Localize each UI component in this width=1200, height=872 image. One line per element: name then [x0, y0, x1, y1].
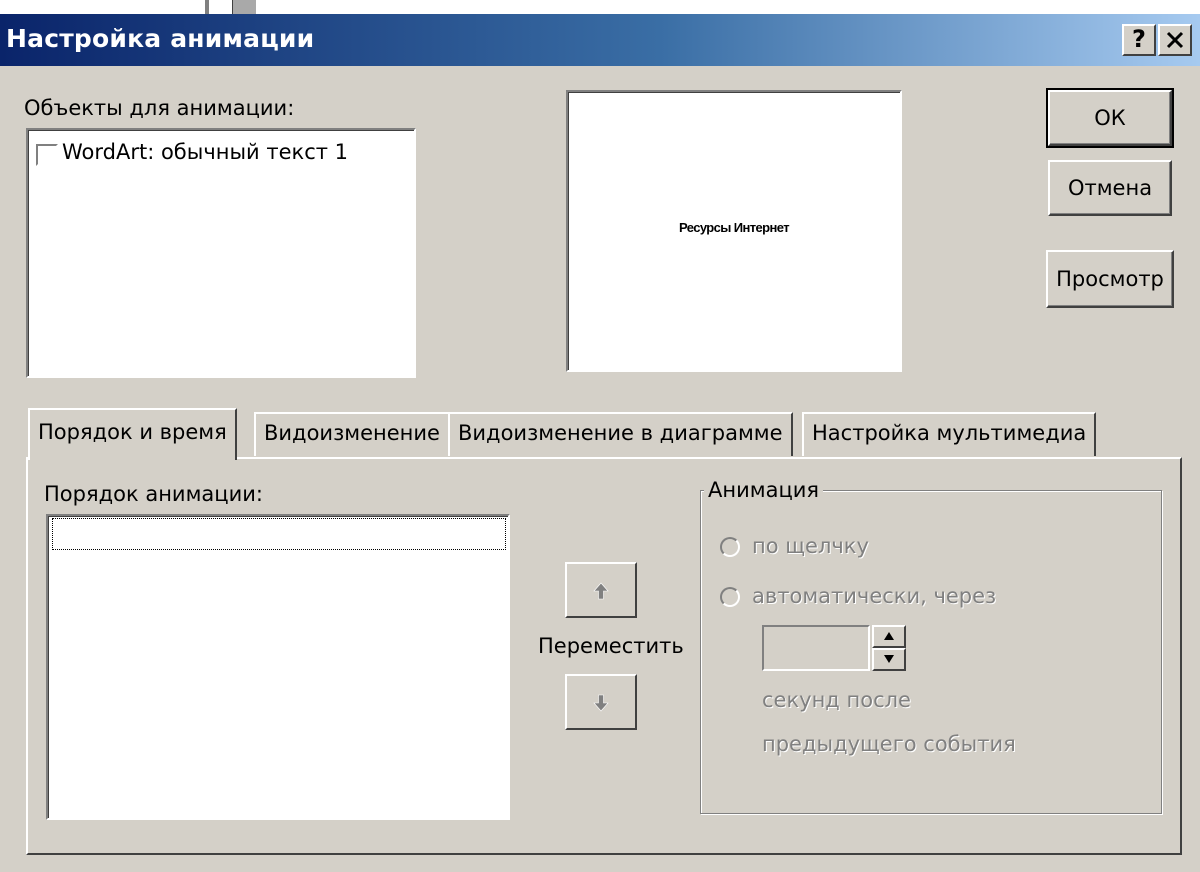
- background-strip: [0, 0, 1200, 14]
- tab-chart-effects[interactable]: Видоизменение в диаграмме: [448, 412, 793, 456]
- preview-text: Ресурсы Интернет: [679, 220, 790, 235]
- move-down-button[interactable]: [565, 674, 637, 730]
- cancel-button-label: Отмена: [1067, 176, 1153, 200]
- arrow-down-icon: [593, 694, 609, 712]
- animation-group-title: Анимация: [704, 478, 824, 502]
- on-click-radio[interactable]: [720, 537, 740, 557]
- auto-label: автоматически, через: [752, 584, 997, 608]
- title-bar[interactable]: Настройка анимации ?: [0, 14, 1200, 66]
- tab-effects[interactable]: Видоизменение: [254, 412, 450, 456]
- arrow-up-icon: [593, 582, 609, 600]
- order-list-focus-row[interactable]: [52, 518, 506, 550]
- close-icon: [1166, 31, 1184, 49]
- ok-button-label: ОК: [1094, 106, 1126, 130]
- help-button[interactable]: ?: [1122, 24, 1156, 56]
- auto-radio[interactable]: [720, 587, 740, 607]
- close-button[interactable]: [1158, 24, 1192, 56]
- preview-button-label: Просмотр: [1056, 267, 1164, 291]
- seconds-after-label: секунд после: [762, 688, 911, 712]
- ok-button[interactable]: ОК: [1046, 88, 1174, 148]
- objects-list[interactable]: WordArt: обычный текст 1: [26, 128, 416, 378]
- objects-label: Объекты для анимации:: [24, 96, 295, 120]
- object-item-label[interactable]: WordArt: обычный текст 1: [62, 140, 348, 164]
- move-up-button[interactable]: [565, 562, 637, 618]
- tab-multimedia-settings[interactable]: Настройка мультимедиа: [802, 412, 1097, 456]
- object-checkbox[interactable]: [36, 144, 58, 166]
- seconds-spinner[interactable]: [872, 625, 906, 671]
- spin-down-button[interactable]: [872, 648, 906, 671]
- animation-order-label: Порядок анимации:: [44, 482, 263, 506]
- background-divider: [205, 0, 209, 14]
- previous-event-label: предыдущего события: [762, 732, 1016, 756]
- cancel-button[interactable]: Отмена: [1048, 160, 1172, 216]
- on-click-label: по щелчку: [752, 534, 869, 558]
- spin-up-button[interactable]: [872, 625, 906, 648]
- animation-order-list[interactable]: [46, 514, 510, 820]
- background-fragment: [232, 0, 256, 14]
- dialog-title: Настройка анимации: [6, 24, 315, 53]
- seconds-input[interactable]: [762, 625, 870, 671]
- spin-up-icon: [884, 632, 894, 640]
- move-label: Переместить: [538, 634, 684, 658]
- tab-order-timing[interactable]: Порядок и время: [28, 408, 237, 460]
- preview-button[interactable]: Просмотр: [1046, 250, 1174, 308]
- preview-pane: Ресурсы Интернет: [566, 90, 902, 372]
- spin-down-icon: [884, 655, 894, 663]
